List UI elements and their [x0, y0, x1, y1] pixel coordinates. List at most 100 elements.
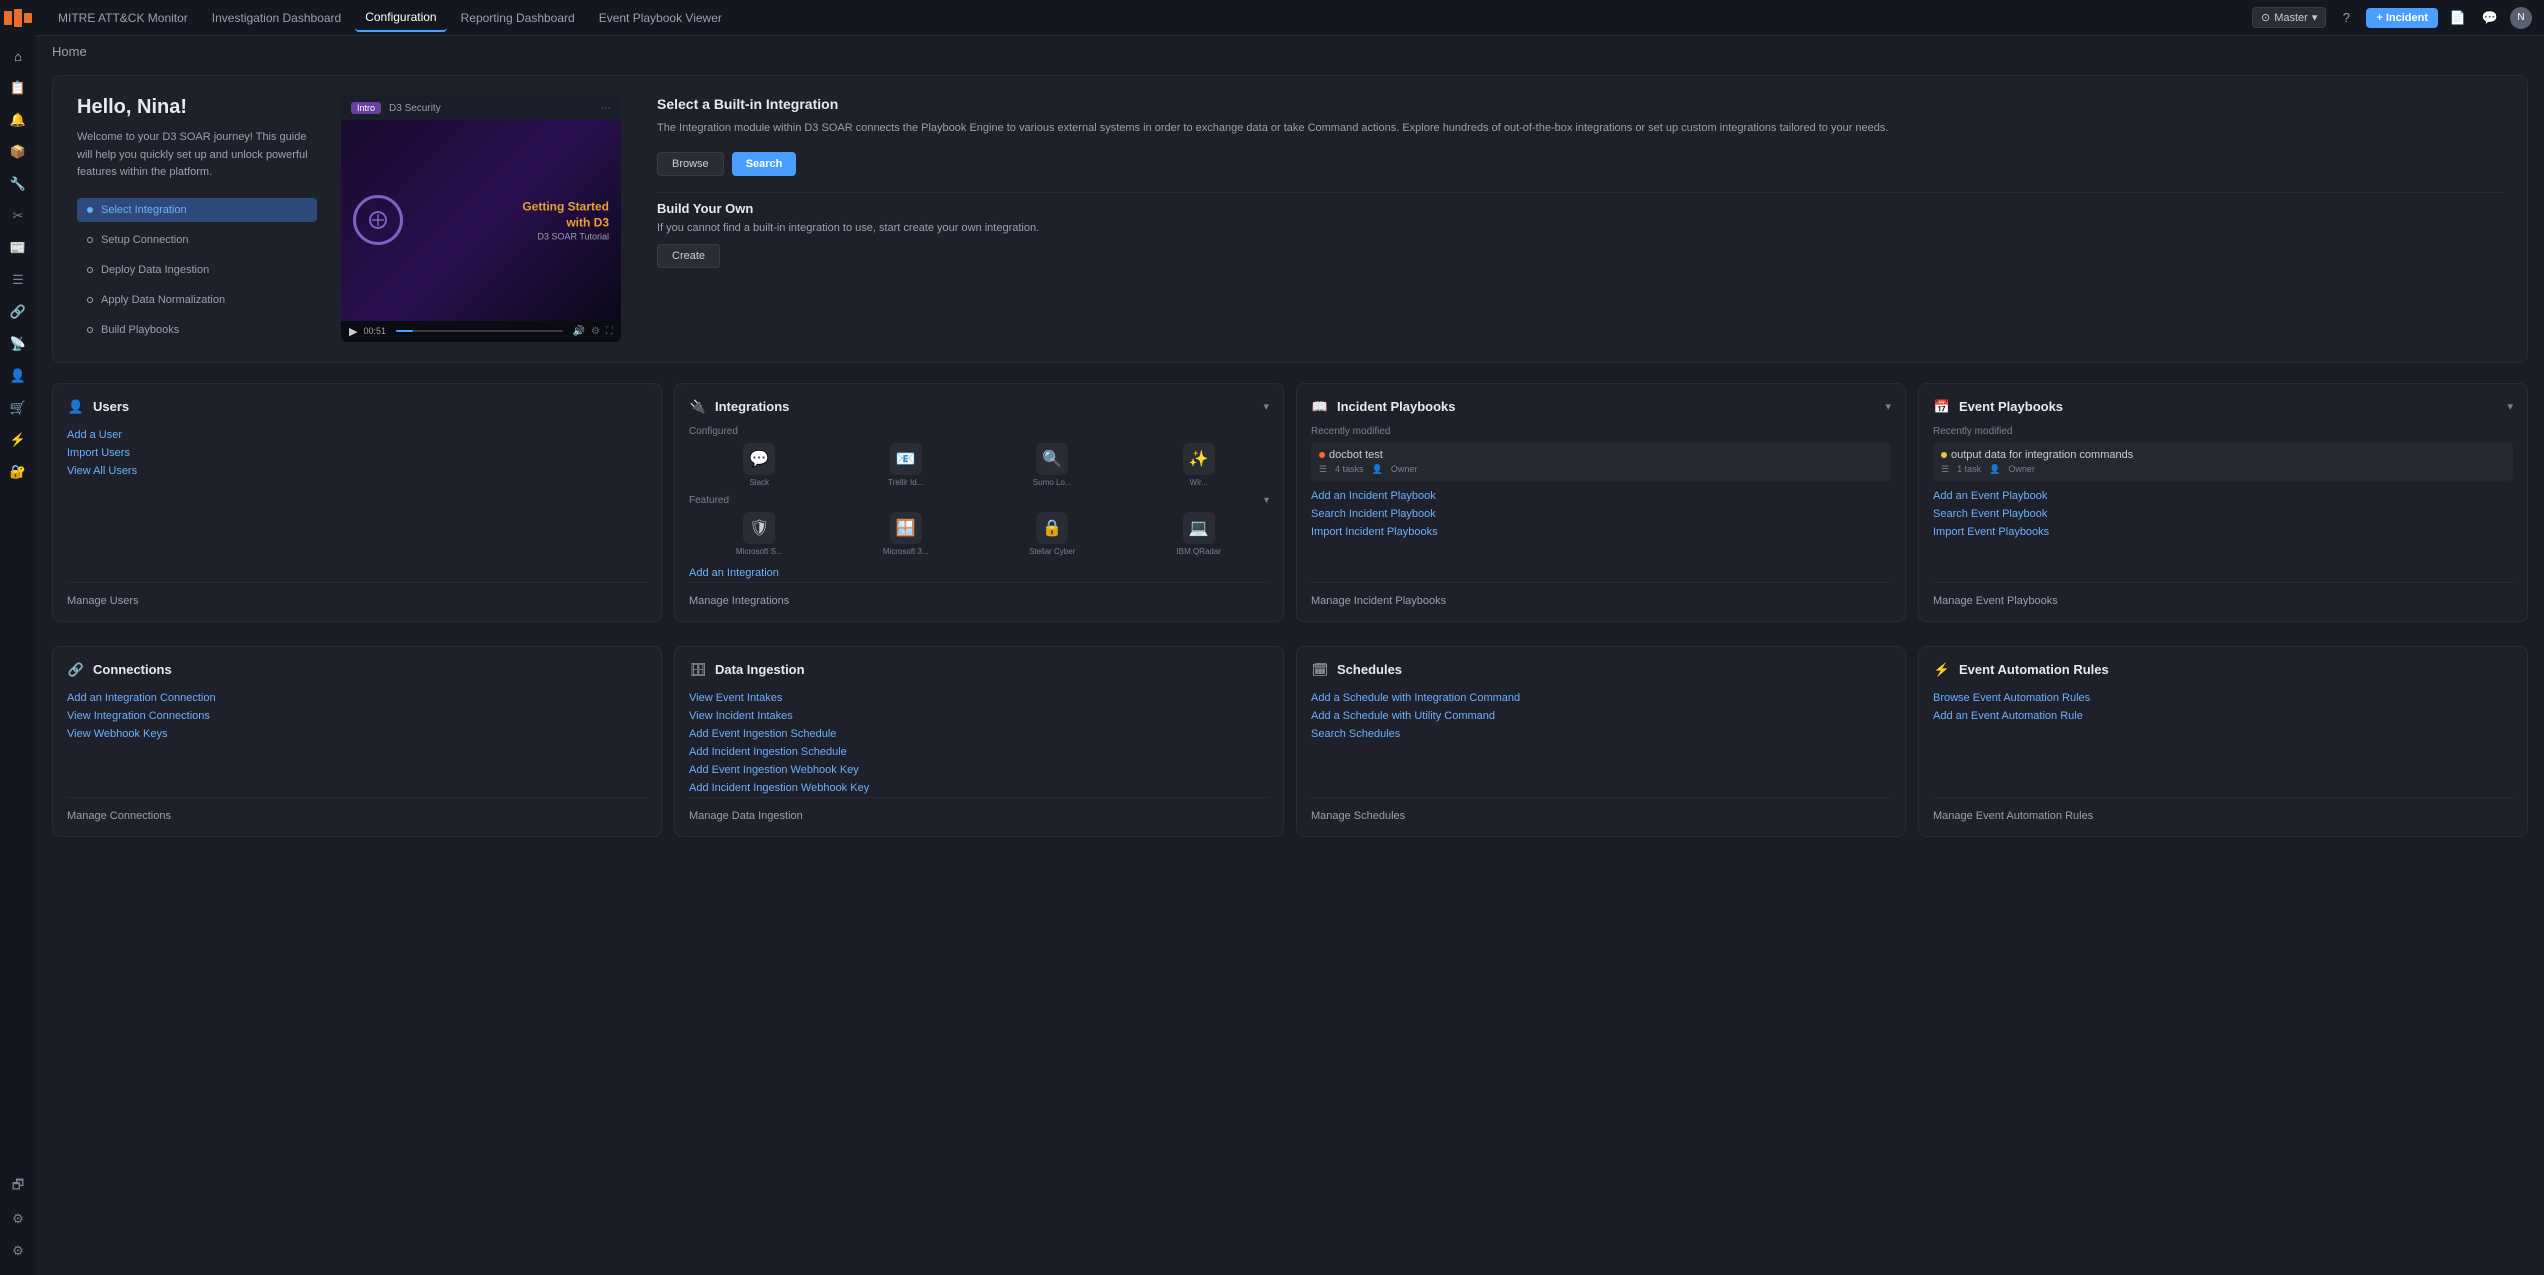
add-integration-connection-link[interactable]: Add an Integration Connection: [67, 689, 647, 707]
browse-event-automation-link[interactable]: Browse Event Automation Rules: [1933, 689, 2513, 707]
manage-event-playbooks-link[interactable]: Manage Event Playbooks: [1933, 595, 2058, 607]
incident-button[interactable]: + Incident: [2366, 8, 2438, 28]
nav-mitre[interactable]: MITRE ATT&CK Monitor: [48, 5, 198, 31]
sidebar-connections[interactable]: 🔗: [4, 298, 32, 326]
integration-item-sumo[interactable]: 🔍 Sumo Lo...: [982, 443, 1123, 487]
search-button[interactable]: Search: [732, 152, 797, 176]
view-event-intakes-link[interactable]: View Event Intakes: [689, 689, 1269, 707]
integration-item-ibm[interactable]: 💻 IBM QRadar: [1129, 512, 1270, 556]
sidebar-settings2[interactable]: ⚙: [4, 1237, 32, 1265]
sidebar-list[interactable]: ☰: [4, 266, 32, 294]
play-button[interactable]: ▶: [349, 325, 357, 338]
integration-item-slack[interactable]: 💬 Slack: [689, 443, 830, 487]
message-icon[interactable]: 💬: [2478, 6, 2502, 30]
create-button[interactable]: Create: [657, 244, 720, 268]
connections-card-title: Connections: [93, 662, 172, 677]
event-recent-item[interactable]: output data for integration commands ☰ 1…: [1933, 443, 2513, 481]
ms-security-icon: 🛡: [743, 512, 775, 544]
sidebar-reports[interactable]: 📰: [4, 234, 32, 262]
import-users-link[interactable]: Import Users: [67, 444, 647, 462]
sidebar-alerts[interactable]: 🔔: [4, 106, 32, 134]
add-incident-playbook-link[interactable]: Add an Incident Playbook: [1311, 487, 1891, 505]
import-incident-playbooks-link[interactable]: Import Incident Playbooks: [1311, 523, 1891, 541]
integration-item-wir[interactable]: ✨ Wir...: [1129, 443, 1270, 487]
sidebar-security[interactable]: 🔐: [4, 458, 32, 486]
view-webhook-keys-link[interactable]: View Webhook Keys: [67, 725, 647, 743]
add-schedule-integration-link[interactable]: Add a Schedule with Integration Command: [1311, 689, 1891, 707]
add-event-playbook-link[interactable]: Add an Event Playbook: [1933, 487, 2513, 505]
manage-users-link[interactable]: Manage Users: [67, 595, 139, 607]
import-event-playbooks-link[interactable]: Import Event Playbooks: [1933, 523, 2513, 541]
add-event-automation-link[interactable]: Add an Event Automation Rule: [1933, 707, 2513, 725]
add-event-ingestion-schedule-link[interactable]: Add Event Ingestion Schedule: [689, 725, 1269, 743]
sidebar-incidents[interactable]: 📋: [4, 74, 32, 102]
sidebar-settings1[interactable]: ⚙: [4, 1205, 32, 1233]
volume-icon[interactable]: 🔊: [573, 326, 585, 337]
manage-schedules-link[interactable]: Manage Schedules: [1311, 810, 1405, 822]
sidebar-expand[interactable]: 🗗: [4, 1173, 32, 1201]
integrations-card-header: 🔌 Integrations ▾: [689, 398, 1269, 416]
add-integration-link[interactable]: Add an Integration: [689, 564, 1269, 582]
view-incident-intakes-link[interactable]: View Incident Intakes: [689, 707, 1269, 725]
video-body: Getting Startedwith D3 D3 SOAR Tutorial: [341, 120, 621, 321]
breadcrumb: Home: [36, 36, 2544, 67]
step-apply-normalization[interactable]: Apply Data Normalization: [77, 288, 317, 312]
sidebar-scissors[interactable]: ✂: [4, 202, 32, 230]
view-all-users-link[interactable]: View All Users: [67, 462, 647, 480]
master-button[interactable]: ⊙ Master ▾: [2252, 7, 2326, 28]
nav-playbook-viewer[interactable]: Event Playbook Viewer: [589, 5, 732, 31]
manage-event-automation-link[interactable]: Manage Event Automation Rules: [1933, 810, 2093, 822]
search-incident-playbook-link[interactable]: Search Incident Playbook: [1311, 505, 1891, 523]
connections-icon: 🔗: [67, 661, 85, 679]
event-automation-card-title: Event Automation Rules: [1959, 662, 2109, 677]
step-setup-connection[interactable]: Setup Connection: [77, 228, 317, 252]
sidebar-broadcast[interactable]: 📡: [4, 330, 32, 358]
step-select-integration[interactable]: Select Integration: [77, 198, 317, 222]
fullscreen-icon[interactable]: ⛶: [606, 326, 613, 337]
nav-reporting[interactable]: Reporting Dashboard: [451, 5, 585, 31]
search-event-playbook-link[interactable]: Search Event Playbook: [1933, 505, 2513, 523]
add-event-ingestion-webhook-link[interactable]: Add Event Ingestion Webhook Key: [689, 761, 1269, 779]
manage-connections-link[interactable]: Manage Connections: [67, 810, 171, 822]
users-card-footer: Manage Users: [67, 582, 647, 607]
sidebar-home[interactable]: ⌂: [4, 42, 32, 70]
manage-data-ingestion-link[interactable]: Manage Data Ingestion: [689, 810, 803, 822]
integration-item-ms365[interactable]: 🪟 Microsoft 3...: [836, 512, 977, 556]
document-icon[interactable]: 📄: [2446, 6, 2470, 30]
add-schedule-utility-link[interactable]: Add a Schedule with Utility Command: [1311, 707, 1891, 725]
event-expand-icon[interactable]: ▾: [2507, 400, 2513, 413]
browse-button[interactable]: Browse: [657, 152, 724, 176]
add-incident-ingestion-schedule-link[interactable]: Add Incident Ingestion Schedule: [689, 743, 1269, 761]
integrations-expand-icon[interactable]: ▾: [1263, 400, 1269, 413]
add-user-link[interactable]: Add a User: [67, 426, 647, 444]
sidebar-automation[interactable]: ⚡: [4, 426, 32, 454]
sidebar-cases[interactable]: 📦: [4, 138, 32, 166]
settings-icon[interactable]: ⚙: [591, 326, 600, 337]
search-schedules-link[interactable]: Search Schedules: [1311, 725, 1891, 743]
video-progress-bar[interactable]: [396, 330, 563, 332]
owner-icon: 👤: [1989, 464, 2000, 475]
integration-item-ms-security[interactable]: 🛡 Microsoft S...: [689, 512, 830, 556]
integration-item-trellir[interactable]: 📧 Trellir Id...: [836, 443, 977, 487]
manage-integrations-link[interactable]: Manage Integrations: [689, 595, 789, 607]
help-icon[interactable]: ?: [2334, 6, 2358, 30]
step-build-playbooks[interactable]: Build Playbooks: [77, 318, 317, 342]
manage-incident-playbooks-link[interactable]: Manage Incident Playbooks: [1311, 595, 1446, 607]
integration-item-stellar[interactable]: 🔒 Stellar Cyber: [982, 512, 1123, 556]
featured-expand-icon[interactable]: ▾: [1264, 495, 1269, 506]
incident-expand-icon[interactable]: ▾: [1885, 400, 1891, 413]
step-dot: [87, 297, 93, 303]
view-integration-connections-link[interactable]: View Integration Connections: [67, 707, 647, 725]
video-menu-icon[interactable]: ⋯: [601, 103, 611, 114]
integration-panel-title: Select a Built-in Integration: [657, 96, 2503, 112]
slack-icon: 💬: [743, 443, 775, 475]
sidebar-tools[interactable]: 🔧: [4, 170, 32, 198]
avatar[interactable]: N: [2510, 7, 2532, 29]
sidebar-cart[interactable]: 🛒: [4, 394, 32, 422]
nav-investigation[interactable]: Investigation Dashboard: [202, 5, 351, 31]
add-incident-ingestion-webhook-link[interactable]: Add Incident Ingestion Webhook Key: [689, 779, 1269, 797]
nav-configuration[interactable]: Configuration: [355, 4, 446, 32]
incident-recent-item[interactable]: docbot test ☰ 4 tasks 👤 Owner: [1311, 443, 1891, 481]
step-deploy-ingestion[interactable]: Deploy Data Ingestion: [77, 258, 317, 282]
sidebar-users[interactable]: 👤: [4, 362, 32, 390]
